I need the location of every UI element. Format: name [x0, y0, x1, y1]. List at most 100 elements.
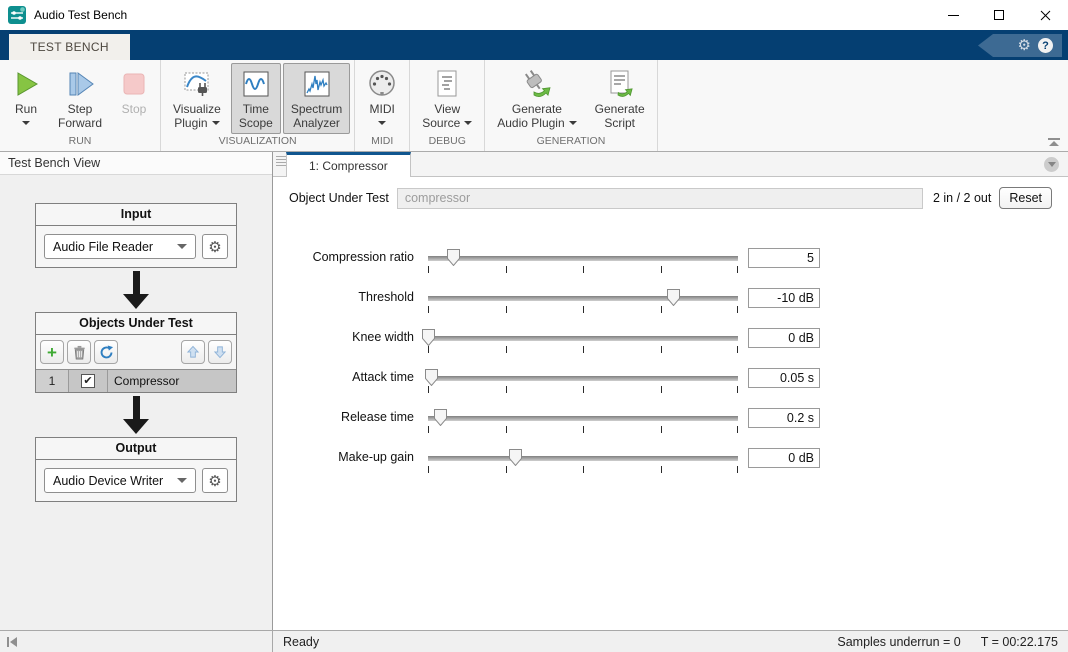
- spectrum-analyzer-icon: [303, 66, 331, 102]
- add-object-button[interactable]: +: [40, 340, 64, 364]
- refresh-icon: [100, 344, 113, 358]
- slider-track: [428, 256, 738, 261]
- view-source-label2: Source: [422, 116, 461, 130]
- attack-time-input[interactable]: [748, 368, 820, 388]
- makeup-gain-slider[interactable]: [428, 447, 738, 477]
- collapse-panel-button[interactable]: [7, 636, 17, 647]
- slider-tick: [428, 266, 429, 273]
- param-label: Threshold: [358, 290, 414, 304]
- minimize-button[interactable]: [930, 0, 976, 30]
- slider-tick: [660, 306, 662, 313]
- tab-options-button[interactable]: [1044, 157, 1059, 172]
- slider-thumb[interactable]: [446, 249, 460, 267]
- slider-tick: [428, 346, 429, 353]
- objects-under-test-box: Objects Under Test + 1 ✔ Compressor: [35, 312, 237, 393]
- slider-thumb[interactable]: [508, 449, 522, 467]
- toolbar-group-midi: MIDI MIDI: [355, 60, 411, 151]
- object-enabled-checkbox[interactable]: ✔: [81, 374, 95, 388]
- parameter-panel: 1: Compressor Object Under Test compress…: [273, 152, 1068, 630]
- generate-audio-plugin-button[interactable]: Generate Audio Plugin: [489, 63, 584, 134]
- midi-button[interactable]: MIDI: [359, 63, 405, 134]
- release-time-input[interactable]: [748, 408, 820, 428]
- slider-tick: [428, 426, 429, 433]
- threshold-slider[interactable]: [428, 287, 738, 317]
- slider-thumb[interactable]: [425, 369, 439, 387]
- move-up-button[interactable]: [181, 340, 205, 364]
- status-bar-left: [0, 631, 273, 652]
- flow-arrow-icon: [123, 396, 149, 434]
- gear-icon: ⚙: [208, 238, 222, 256]
- slider-thumb[interactable]: [666, 289, 680, 307]
- slider-thumb[interactable]: [434, 409, 448, 427]
- visualize-plugin-button[interactable]: Visualize Plugin: [165, 63, 229, 134]
- objects-toolbar: +: [36, 335, 236, 369]
- toolbar-group-debug: View Source DEBUG: [410, 60, 486, 151]
- view-source-button[interactable]: View Source: [414, 63, 480, 134]
- arrow-up-icon: [186, 345, 200, 358]
- step-forward-label: Step: [67, 102, 93, 116]
- view-source-label: View: [434, 102, 461, 116]
- spectrum-analyzer-label: Spectrum: [290, 102, 343, 116]
- output-box: Output Audio Device Writer ⚙: [35, 437, 237, 502]
- visualize-plugin-label2: Plugin: [174, 116, 208, 130]
- midi-label: MIDI: [369, 102, 395, 116]
- slider-tick: [505, 426, 507, 433]
- attack-time-slider[interactable]: [425, 367, 738, 397]
- slider-tick: [583, 466, 584, 473]
- group-label-run: RUN: [68, 135, 92, 147]
- input-settings-button[interactable]: ⚙: [202, 234, 228, 259]
- table-row[interactable]: 1 ✔ Compressor: [36, 369, 236, 392]
- midi-icon: [367, 66, 397, 102]
- slider-tick: [737, 346, 738, 353]
- arrow-down-icon: [213, 346, 227, 359]
- output-device-value: Audio Device Writer: [53, 473, 164, 488]
- delete-object-button[interactable]: [67, 340, 91, 364]
- param-row-compression-ratio: Compression ratio: [289, 247, 1052, 287]
- elapsed-time-text: T = 00:22.175: [980, 634, 1058, 649]
- preferences-gear-icon[interactable]: ⚙: [1018, 38, 1031, 53]
- chevron-down-icon: [378, 121, 387, 125]
- knee-width-input[interactable]: [748, 328, 820, 348]
- generate-script-label2: Script: [604, 116, 635, 130]
- slider-track: [428, 416, 738, 421]
- slider-tick: [505, 466, 507, 473]
- threshold-input[interactable]: [748, 288, 820, 308]
- help-icon[interactable]: ?: [1038, 38, 1053, 53]
- makeup-gain-input[interactable]: [748, 448, 820, 468]
- slider-tick: [583, 266, 584, 273]
- time-scope-button[interactable]: Time Scope: [230, 63, 281, 134]
- refresh-object-button[interactable]: [94, 340, 118, 364]
- slider-tick: [737, 386, 738, 393]
- output-settings-button[interactable]: ⚙: [202, 468, 228, 493]
- time-scope-label2: Scope: [238, 116, 273, 130]
- compression-ratio-input[interactable]: [748, 248, 820, 268]
- slider-tick: [428, 306, 429, 313]
- generate-script-button[interactable]: Generate Script: [587, 63, 653, 134]
- panel-grip-icon[interactable]: [276, 156, 286, 166]
- collapse-toolstrip-button[interactable]: [1048, 138, 1060, 146]
- object-under-test-field: compressor: [396, 187, 923, 209]
- maximize-button[interactable]: [976, 0, 1022, 30]
- output-device-select[interactable]: Audio Device Writer: [44, 468, 196, 493]
- tab-test-bench[interactable]: TEST BENCH: [9, 34, 130, 60]
- slider-track: [428, 376, 738, 381]
- close-button[interactable]: [1022, 0, 1068, 30]
- quick-access-area: ⚙ ?: [978, 34, 1062, 57]
- step-forward-button[interactable]: Step Forward: [50, 63, 110, 134]
- tab-compressor[interactable]: 1: Compressor: [286, 152, 411, 177]
- app-icon: [8, 6, 26, 24]
- slider-tick: [660, 266, 662, 273]
- input-source-select[interactable]: Audio File Reader: [44, 234, 196, 259]
- release-time-slider[interactable]: [428, 407, 738, 437]
- slider-tick: [428, 466, 429, 473]
- knee-width-slider[interactable]: [422, 327, 738, 357]
- move-down-button[interactable]: [208, 340, 232, 364]
- compression-ratio-slider[interactable]: [428, 247, 738, 277]
- param-row-knee-width: Knee width: [289, 327, 1052, 367]
- check-icon: ✔: [83, 375, 93, 387]
- slider-thumb[interactable]: [422, 329, 435, 347]
- spectrum-analyzer-button[interactable]: Spectrum Analyzer: [282, 63, 351, 134]
- run-button[interactable]: Run: [4, 63, 48, 134]
- slider-tick: [737, 266, 738, 273]
- reset-button[interactable]: Reset: [999, 187, 1052, 209]
